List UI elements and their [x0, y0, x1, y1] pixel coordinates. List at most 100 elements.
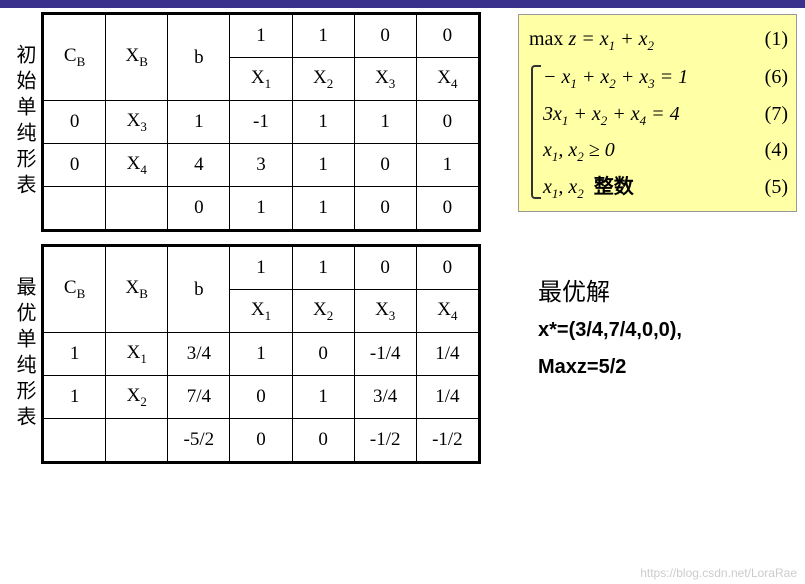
- cell: 1: [354, 101, 416, 144]
- optimal-tableau-wrap: 最优单纯形表 CB XB b 1 1 0 0 X1 X2 X3 X4: [8, 244, 498, 464]
- cell: -1/2: [354, 419, 416, 463]
- constraint-2: 3x1 + x2 + x4 = 4 (7): [543, 96, 788, 132]
- left-column: 初始单纯形表 CB XB b 1 1 0 0 X1 X2 X3 X4: [8, 12, 498, 476]
- formula-text: max z = x1 + x2: [529, 21, 654, 57]
- cell: 1: [292, 101, 354, 144]
- initial-tableau-title: 初始单纯形表: [8, 12, 41, 232]
- cell: X4: [416, 290, 479, 333]
- cell: 1: [230, 333, 292, 376]
- solution-block: 最优解 x*=(3/4,7/4,0,0), Maxz=5/2: [518, 272, 797, 379]
- cell: 0: [416, 246, 479, 290]
- b-header: b: [168, 246, 230, 333]
- cell: X3: [354, 58, 416, 101]
- table-row: CB XB b 1 1 0 0: [43, 14, 480, 58]
- cell: 3/4: [354, 376, 416, 419]
- cell: 4: [168, 144, 230, 187]
- table-row: 1 X2 7/4 0 1 3/4 1/4: [43, 376, 480, 419]
- table-row: -5/2 0 0 -1/2 -1/2: [43, 419, 480, 463]
- cell: 7/4: [168, 376, 230, 419]
- table-row: 0 1 1 0 0: [43, 187, 480, 231]
- cell: 1/4: [416, 333, 479, 376]
- cell: 1: [168, 101, 230, 144]
- formula-text: − x1 + x2 + x3 = 1: [543, 59, 688, 95]
- objective-formula: max z = x1 + x2 (1): [529, 21, 788, 57]
- cell: 0: [354, 187, 416, 231]
- cell: 0: [354, 246, 416, 290]
- solution-title: 最优解: [538, 272, 797, 307]
- cell: 1: [230, 187, 292, 231]
- table-row: 0 X4 4 3 1 0 1: [43, 144, 480, 187]
- cell: 0: [416, 187, 479, 231]
- right-column: max z = x1 + x2 (1) − x1 + x2 + x3 = 1 (…: [518, 12, 797, 476]
- cell: X1: [230, 58, 292, 101]
- cell: [43, 187, 106, 231]
- cell: 0: [354, 14, 416, 58]
- formula-number: (6): [765, 59, 788, 95]
- cell: [106, 419, 168, 463]
- cell: 1: [292, 376, 354, 419]
- cell: 1: [292, 144, 354, 187]
- cell: [106, 187, 168, 231]
- solution-z: Maxz=5/2: [538, 356, 797, 379]
- cell: X2: [292, 290, 354, 333]
- cell: 0: [230, 419, 292, 463]
- cell: 0: [416, 101, 479, 144]
- table-row: CB XB b 1 1 0 0: [43, 246, 480, 290]
- formula-box: max z = x1 + x2 (1) − x1 + x2 + x3 = 1 (…: [518, 14, 797, 212]
- cell: 0: [416, 14, 479, 58]
- formula-text: x1, x2 整数: [543, 169, 634, 205]
- content: 初始单纯形表 CB XB b 1 1 0 0 X1 X2 X3 X4: [0, 8, 805, 480]
- cell: 1: [292, 14, 354, 58]
- table-row: 1 X1 3/4 1 0 -1/4 1/4: [43, 333, 480, 376]
- cell: X3: [106, 101, 168, 144]
- cell: X2: [106, 376, 168, 419]
- cell: 0: [292, 419, 354, 463]
- solution-x: x*=(3/4,7/4,0,0),: [538, 319, 797, 342]
- cell: 3/4: [168, 333, 230, 376]
- cell: 0: [292, 333, 354, 376]
- cell: 1: [416, 144, 479, 187]
- cell: 0: [43, 101, 106, 144]
- cell: 1: [230, 246, 292, 290]
- cell: -1: [230, 101, 292, 144]
- cell: X4: [416, 58, 479, 101]
- cell: 1: [43, 376, 106, 419]
- optimal-tableau-title: 最优单纯形表: [8, 244, 41, 464]
- cell: -1/2: [416, 419, 479, 463]
- table-row: 0 X3 1 -1 1 1 0: [43, 101, 480, 144]
- cell: X4: [106, 144, 168, 187]
- cell: 1: [292, 246, 354, 290]
- cell: 0: [168, 187, 230, 231]
- cell: 0: [354, 144, 416, 187]
- formula-text: 3x1 + x2 + x4 = 4: [543, 96, 680, 132]
- initial-tableau: CB XB b 1 1 0 0 X1 X2 X3 X4 0 X3 1: [41, 12, 481, 232]
- cell: 3: [230, 144, 292, 187]
- initial-tableau-wrap: 初始单纯形表 CB XB b 1 1 0 0 X1 X2 X3 X4: [8, 12, 498, 232]
- cell: 0: [230, 376, 292, 419]
- optimal-tableau: CB XB b 1 1 0 0 X1 X2 X3 X4 1 X1 3: [41, 244, 481, 464]
- formula-number: (7): [765, 96, 788, 132]
- cb-header: CB: [43, 14, 106, 101]
- formula-text: x1, x2 ≥ 0: [543, 132, 615, 168]
- cell: X1: [106, 333, 168, 376]
- formula-number: (1): [765, 21, 788, 57]
- formula-number: (5): [765, 169, 788, 205]
- cell: X3: [354, 290, 416, 333]
- cell: X2: [292, 58, 354, 101]
- xb-header: XB: [106, 14, 168, 101]
- b-header: b: [168, 14, 230, 101]
- watermark: https://blog.csdn.net/LoraRae: [640, 566, 797, 580]
- cell: 1: [43, 333, 106, 376]
- cell: [43, 419, 106, 463]
- cell: -5/2: [168, 419, 230, 463]
- top-bar: [0, 0, 805, 8]
- constraint-3: x1, x2 ≥ 0 (4): [543, 132, 788, 168]
- cell: 1/4: [416, 376, 479, 419]
- constraint-4: x1, x2 整数 (5): [543, 169, 788, 205]
- cell: 1: [292, 187, 354, 231]
- cell: X1: [230, 290, 292, 333]
- formula-number: (4): [765, 132, 788, 168]
- constraints-group: − x1 + x2 + x3 = 1 (6) 3x1 + x2 + x4 = 4…: [529, 59, 788, 205]
- cell: 0: [43, 144, 106, 187]
- cb-header: CB: [43, 246, 106, 333]
